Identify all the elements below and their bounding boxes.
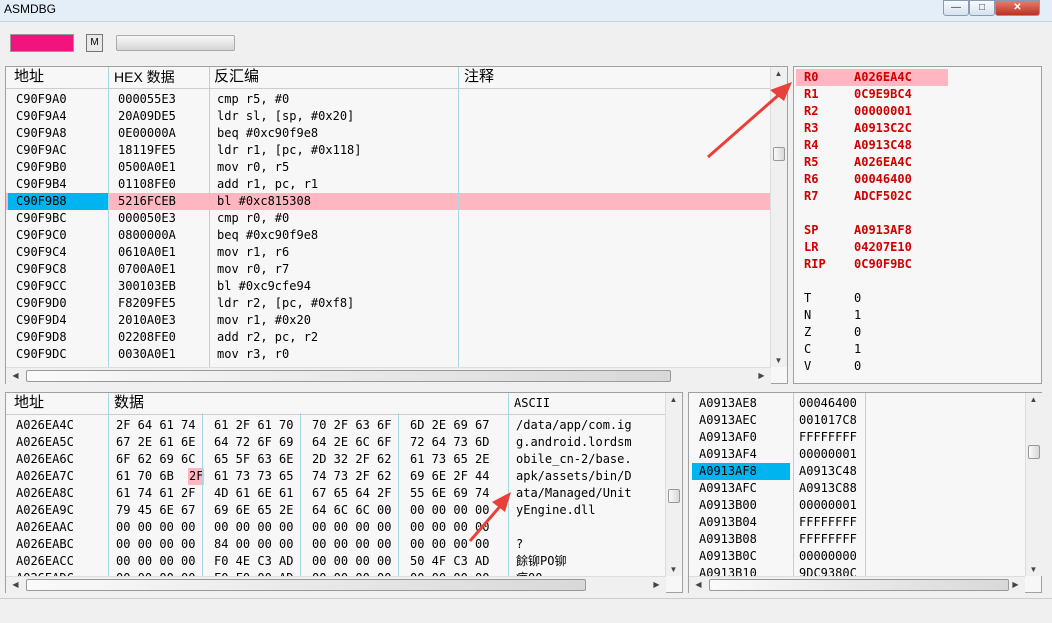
arrow-line-registers xyxy=(707,90,783,159)
annotation-arrows xyxy=(468,82,792,542)
arrowhead-memory xyxy=(492,492,511,512)
arrow-line-memory xyxy=(468,502,505,542)
